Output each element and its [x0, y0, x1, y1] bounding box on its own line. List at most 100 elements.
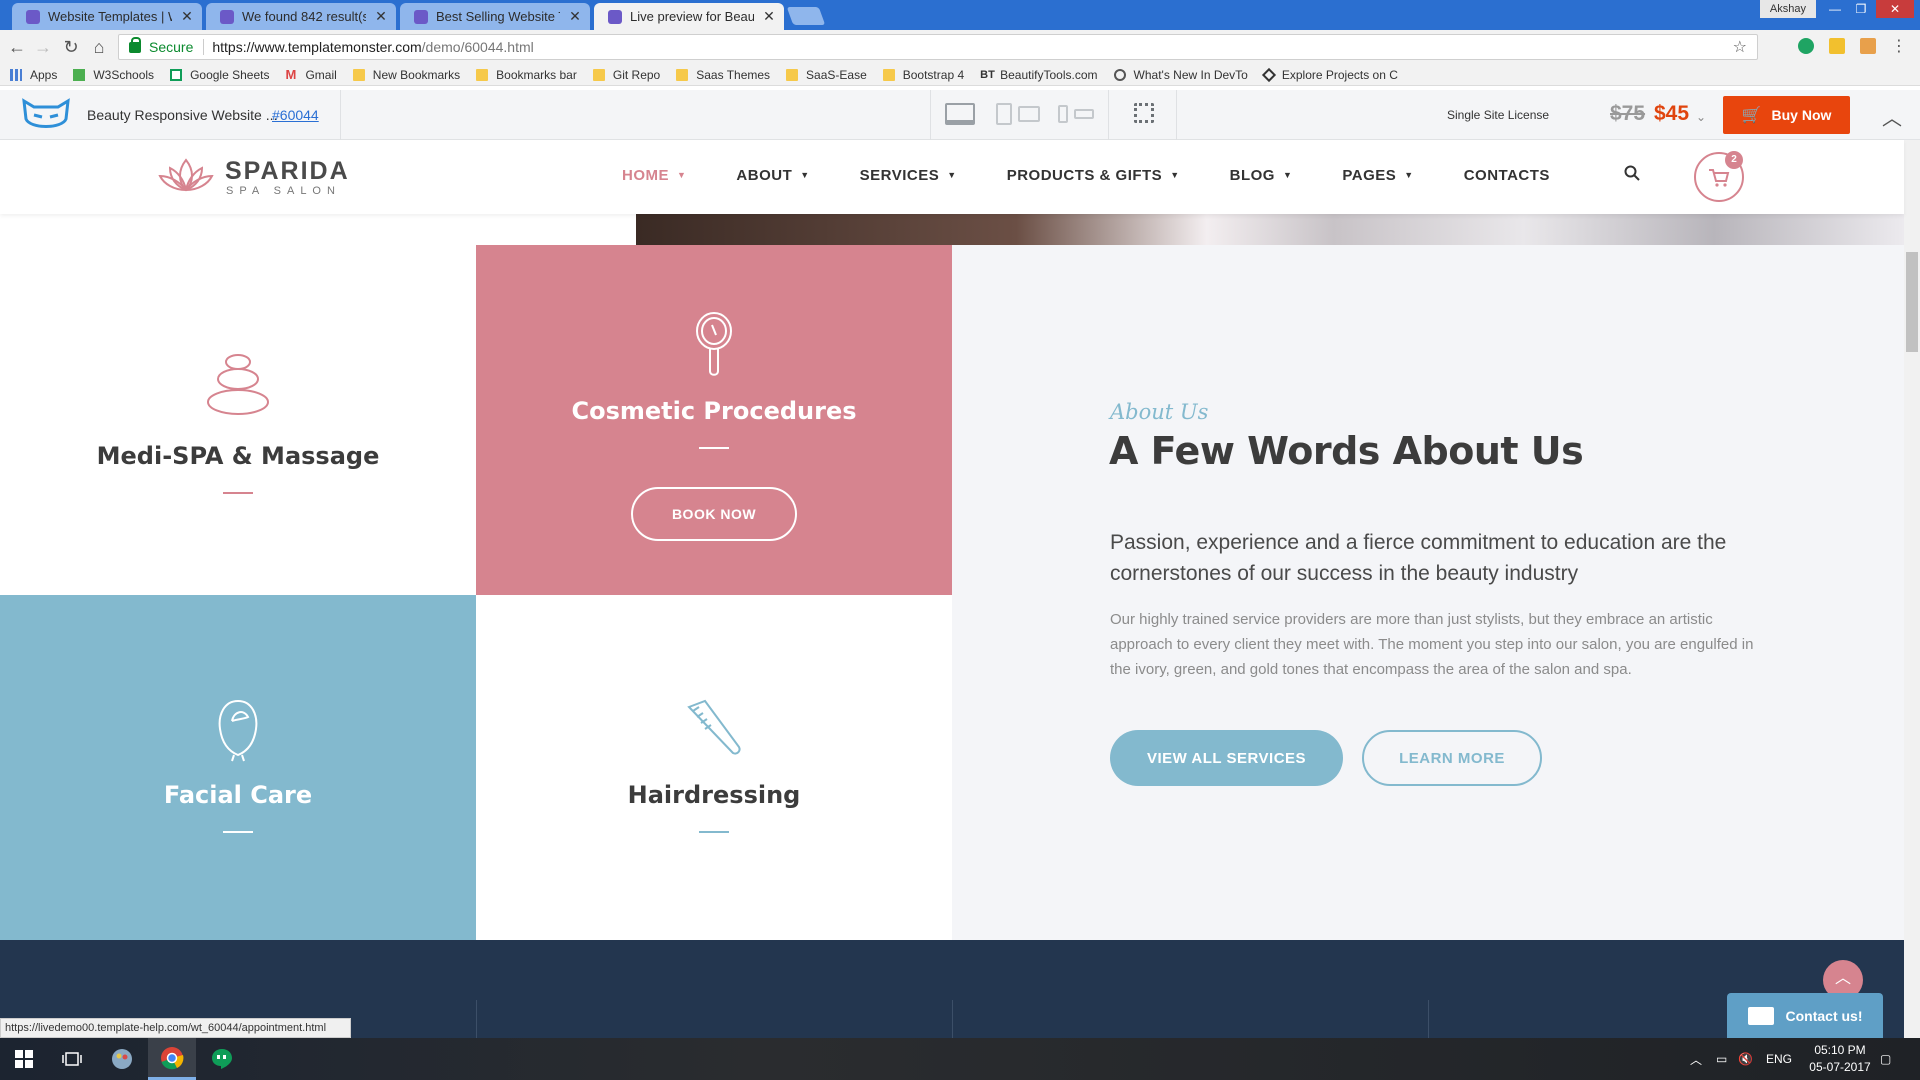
tab-title: Live preview for Beauty R — [630, 9, 754, 24]
logo-tagline: SPA SALON — [226, 185, 341, 197]
cart-count-badge: 2 — [1725, 151, 1743, 169]
nav-home[interactable]: HOME ▼ — [622, 167, 686, 184]
view-all-services-button[interactable]: VIEW ALL SERVICES — [1110, 730, 1343, 786]
back-arrow-icon[interactable]: ← — [6, 36, 28, 58]
extension-green-icon[interactable] — [1798, 38, 1814, 54]
folder-icon — [676, 68, 689, 81]
minimize-icon[interactable]: — — [1822, 0, 1848, 18]
phone-landscape-icon[interactable] — [1074, 109, 1094, 119]
folder-icon — [882, 68, 895, 81]
contact-us-button[interactable]: Contact us! — [1727, 993, 1883, 1039]
nav-products-gifts[interactable]: PRODUCTS & GIFTS ▼ — [1007, 167, 1180, 184]
browser-tab[interactable]: Best Selling Website Tem ✕ — [400, 3, 590, 30]
search-icon[interactable] — [1624, 165, 1640, 181]
app-paint-icon[interactable] — [98, 1038, 146, 1080]
chevron-down-icon: ▼ — [677, 170, 687, 180]
tablet-landscape-icon[interactable] — [1018, 106, 1040, 122]
service-tile-hairdressing[interactable]: Hairdressing — [476, 595, 952, 940]
service-tile-cosmetic[interactable]: Cosmetic Procedures BOOK NOW — [476, 245, 952, 595]
home-icon[interactable]: ⌂ — [88, 36, 110, 58]
cart-icon: 🛒 — [1741, 107, 1762, 124]
book-now-button[interactable]: BOOK NOW — [631, 487, 797, 541]
bookmark-codepen[interactable]: Explore Projects on C — [1261, 67, 1398, 82]
license-selector[interactable]: Single Site License — [1447, 108, 1549, 122]
divider — [1428, 1000, 1429, 1038]
close-icon[interactable]: ✕ — [374, 8, 388, 25]
clock[interactable]: 05:10 PM 05-07-2017 — [1800, 1042, 1880, 1076]
envelope-icon — [1747, 1007, 1774, 1025]
close-window-icon[interactable]: ✕ — [1876, 0, 1914, 18]
nav-about[interactable]: ABOUT ▼ — [736, 167, 809, 184]
windows-start-icon[interactable] — [0, 1038, 48, 1080]
templatemonster-logo-icon[interactable] — [20, 97, 72, 133]
chrome-taskbar-icon[interactable] — [148, 1038, 196, 1080]
bookmark-devtools[interactable]: What's New In DevTo — [1113, 68, 1248, 82]
network-icon[interactable]: ▭ — [1716, 1038, 1727, 1080]
bookmark-folder[interactable]: New Bookmarks — [352, 68, 460, 82]
lock-icon — [129, 36, 141, 53]
bookmark-folder[interactable]: Git Repo — [592, 68, 660, 82]
task-view-icon[interactable] — [48, 1038, 96, 1080]
service-tile-medi-spa[interactable]: Medi-SPA & Massage — [0, 245, 476, 595]
gmail-icon: M — [285, 66, 297, 82]
browser-tab[interactable]: We found 842 result(s) ✕ — [206, 3, 396, 30]
bookmark-google-sheets[interactable]: Google Sheets — [170, 68, 269, 82]
bookmark-folder[interactable]: Bookmarks bar — [476, 68, 577, 82]
close-icon[interactable]: ✕ — [762, 8, 776, 25]
tab-title: Best Selling Website Tem — [436, 9, 560, 24]
forward-arrow-icon[interactable]: → — [32, 36, 54, 58]
browser-tab[interactable]: Website Templates | Web ✕ — [12, 3, 202, 30]
chrome-menu-icon[interactable]: ⋮ — [1888, 36, 1910, 58]
nav-services[interactable]: SERVICES ▼ — [860, 167, 957, 184]
profile-button[interactable]: Akshay — [1759, 0, 1816, 18]
service-tile-facial[interactable]: Facial Care — [0, 595, 476, 940]
buy-now-button[interactable]: 🛒 Buy Now — [1723, 96, 1850, 134]
bookmark-folder[interactable]: Saas Themes — [676, 68, 770, 82]
service-title: Hairdressing — [627, 781, 801, 809]
extension-star-icon[interactable] — [1829, 38, 1845, 54]
restore-icon[interactable]: ❐ — [1848, 0, 1874, 18]
volume-muted-icon[interactable]: 🔇 — [1738, 1038, 1753, 1080]
tray-chevron-icon[interactable]: ︿ — [1690, 1038, 1702, 1080]
nav-blog[interactable]: BLOG ▼ — [1230, 167, 1293, 184]
lotus-logo-icon[interactable] — [158, 156, 214, 196]
about-section: About Us A Few Words About Us Passion, e… — [952, 245, 1904, 940]
divider — [476, 1000, 477, 1038]
templatemonster-favicon-icon — [414, 9, 428, 24]
reload-icon[interactable]: ↻ — [60, 36, 82, 58]
new-tab-button[interactable] — [786, 7, 826, 25]
divider — [930, 90, 931, 140]
product-id-link[interactable]: #60044 — [272, 107, 319, 123]
address-bar[interactable]: Secure https://www.templatemonster.com /… — [118, 34, 1758, 60]
close-icon[interactable]: ✕ — [180, 8, 194, 25]
bookmark-beautifytools[interactable]: BT BeautifyTools.com — [980, 68, 1097, 82]
logo-name[interactable]: SPARIDA — [225, 157, 350, 186]
learn-more-button[interactable]: LEARN MORE — [1362, 730, 1542, 786]
bookmark-w3schools[interactable]: W3Schools — [73, 68, 154, 82]
browser-tab-active[interactable]: Live preview for Beauty R ✕ — [594, 3, 784, 30]
chevron-down-icon[interactable]: ⌄ — [1696, 110, 1706, 124]
desktop-view-icon[interactable] — [945, 103, 975, 125]
chevron-up-icon[interactable]: ︿ — [1882, 102, 1902, 131]
action-center-icon[interactable]: ▢ — [1880, 1038, 1891, 1080]
language-indicator[interactable]: ENG — [1766, 1038, 1792, 1080]
qr-code-icon[interactable] — [1134, 103, 1154, 123]
phone-portrait-icon[interactable] — [1058, 105, 1068, 123]
section-title: A Few Words About Us — [1109, 429, 1584, 473]
product-name: Beauty Responsive Website ... — [87, 107, 278, 123]
close-icon[interactable]: ✕ — [568, 8, 582, 25]
tablet-portrait-icon[interactable] — [996, 103, 1012, 125]
scrollbar-thumb[interactable] — [1906, 252, 1918, 352]
bookmark-folder[interactable]: Bootstrap 4 — [882, 68, 964, 82]
nav-contacts[interactable]: CONTACTS — [1464, 167, 1550, 184]
devtools-icon — [1113, 68, 1126, 81]
extension-tool-icon[interactable] — [1860, 38, 1876, 54]
folder-icon — [352, 68, 365, 81]
nav-pages[interactable]: PAGES ▼ — [1342, 167, 1413, 184]
bookmark-gmail[interactable]: M Gmail — [285, 68, 336, 82]
bookmark-star-icon[interactable]: ☆ — [1733, 37, 1747, 57]
bookmark-apps[interactable]: Apps — [10, 68, 57, 82]
bookmark-folder[interactable]: SaaS-Ease — [786, 68, 867, 82]
hangouts-icon[interactable] — [198, 1038, 246, 1080]
templatemonster-preview-bar: Beauty Responsive Website ... #60044 Sin… — [0, 90, 1920, 140]
